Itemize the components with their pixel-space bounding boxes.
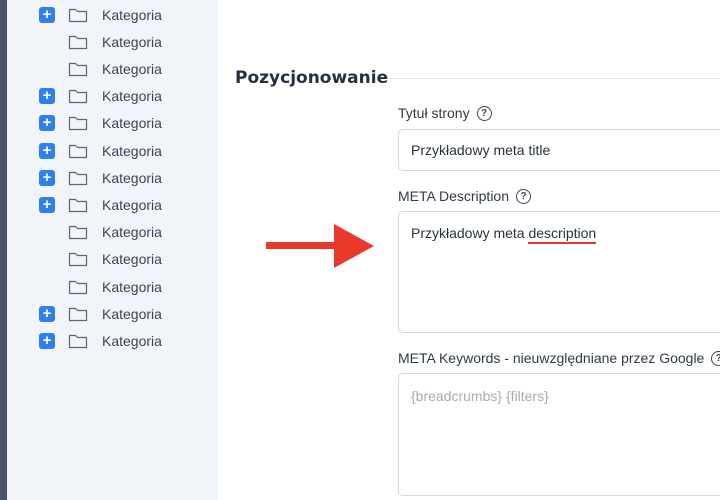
category-tree-item[interactable]: Kategoria: [7, 246, 218, 273]
category-label: Kategoria: [102, 251, 162, 268]
page-title-label-text: Tytuł strony: [398, 105, 470, 121]
meta-keywords-placeholder: {breadcrumbs} {filters}: [411, 388, 549, 404]
folder-icon: [68, 61, 88, 77]
meta-keywords-label: META Keywords - nieuwzględniane przez Go…: [398, 350, 720, 366]
meta-description-value: Przykładowy meta description: [411, 225, 597, 244]
category-label: Kategoria: [102, 115, 162, 132]
expand-plus-icon[interactable]: +: [39, 115, 55, 132]
category-tree-item[interactable]: Kategoria: [7, 273, 218, 300]
expand-plus-icon[interactable]: +: [39, 6, 55, 23]
category-tree-item[interactable]: + Kategoria: [7, 1, 218, 28]
category-label: Kategoria: [102, 169, 162, 186]
expand-plus-icon[interactable]: +: [39, 196, 55, 213]
folder-icon: [68, 170, 88, 186]
folder-icon: [68, 7, 88, 23]
category-label: Kategoria: [102, 60, 162, 77]
expand-plus-icon[interactable]: +: [39, 332, 55, 349]
spellcheck-underlined-word: description: [528, 225, 597, 244]
meta-description-textarea[interactable]: Przykładowy meta description: [398, 211, 720, 333]
folder-icon: [68, 115, 88, 131]
page-title-input[interactable]: Przykładowy meta title: [398, 129, 720, 171]
section-title: Pozycjonowanie: [235, 68, 389, 88]
help-icon[interactable]: ?: [711, 350, 720, 366]
folder-icon: [68, 143, 88, 159]
category-tree-item[interactable]: + Kategoria: [7, 327, 218, 354]
expand-plus-icon[interactable]: +: [39, 88, 55, 105]
category-label: Kategoria: [102, 224, 162, 241]
category-tree-item[interactable]: + Kategoria: [7, 191, 218, 218]
section-divider: [390, 78, 720, 79]
folder-icon: [68, 306, 88, 322]
category-label: Kategoria: [102, 332, 162, 349]
folder-icon: [68, 251, 88, 267]
folder-icon: [68, 333, 88, 349]
category-label: Kategoria: [102, 278, 162, 295]
category-tree-item[interactable]: + Kategoria: [7, 164, 218, 191]
category-label: Kategoria: [102, 88, 162, 105]
folder-icon: [68, 197, 88, 213]
folder-icon: [68, 34, 88, 50]
expand-plus-icon[interactable]: +: [39, 305, 55, 322]
category-label: Kategoria: [102, 196, 162, 213]
folder-icon: [68, 88, 88, 104]
meta-description-label-text: META Description: [398, 188, 509, 204]
category-tree-sidebar: + Kategoria Kategoria Kategoria + Kategoria + K…: [7, 0, 218, 500]
category-tree-item[interactable]: Kategoria: [7, 219, 218, 246]
meta-description-label: META Description ?: [398, 188, 531, 204]
expand-plus-icon[interactable]: +: [39, 142, 55, 159]
category-tree-item[interactable]: Kategoria: [7, 55, 218, 82]
window-edge: [0, 0, 7, 500]
category-tree-item[interactable]: + Kategoria: [7, 83, 218, 110]
folder-icon: [68, 224, 88, 240]
help-icon[interactable]: ?: [476, 105, 492, 121]
meta-keywords-label-text: META Keywords - nieuwzględniane przez Go…: [398, 350, 705, 366]
expand-plus-icon[interactable]: +: [39, 169, 55, 186]
category-label: Kategoria: [102, 142, 162, 159]
red-arrow-icon: [266, 224, 374, 268]
folder-icon: [68, 279, 88, 295]
category-tree-item[interactable]: + Kategoria: [7, 137, 218, 164]
category-label: Kategoria: [102, 305, 162, 322]
category-tree-item[interactable]: + Kategoria: [7, 300, 218, 327]
category-label: Kategoria: [102, 33, 162, 50]
category-tree-item[interactable]: Kategoria: [7, 28, 218, 55]
help-icon[interactable]: ?: [516, 188, 531, 204]
category-tree-item[interactable]: + Kategoria: [7, 110, 218, 137]
meta-description-value-prefix: Przykładowy meta: [411, 225, 529, 241]
meta-keywords-textarea[interactable]: {breadcrumbs} {filters}: [398, 373, 720, 496]
category-label: Kategoria: [102, 6, 162, 23]
page-title-value: Przykładowy meta title: [411, 142, 551, 158]
page-title-label: Tytuł strony ?: [398, 105, 492, 121]
